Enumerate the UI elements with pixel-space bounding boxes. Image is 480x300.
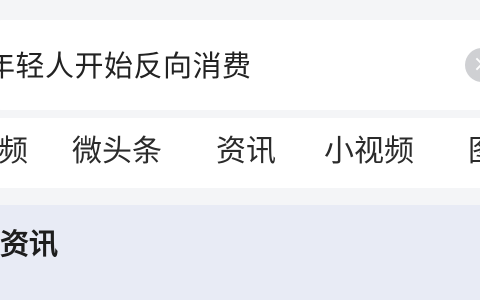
tab-news[interactable]: 资讯 bbox=[216, 131, 276, 173]
section-title: 资讯 bbox=[0, 227, 59, 261]
search-results-screen: 年轻人开始反向消费 × 频 微头条 资讯 小视频 图 资讯 bbox=[0, 0, 480, 300]
tab-weitoutiao[interactable]: 微头条 bbox=[72, 131, 162, 173]
tab-video[interactable]: 频 bbox=[0, 131, 28, 173]
search-input[interactable]: 年轻人开始反向消费 bbox=[0, 46, 252, 86]
news-section-card[interactable] bbox=[0, 205, 480, 300]
category-tab-bar: 频 微头条 资讯 小视频 图 bbox=[0, 118, 480, 188]
tab-images[interactable]: 图 bbox=[468, 131, 480, 173]
tab-short-video[interactable]: 小视频 bbox=[324, 131, 414, 173]
